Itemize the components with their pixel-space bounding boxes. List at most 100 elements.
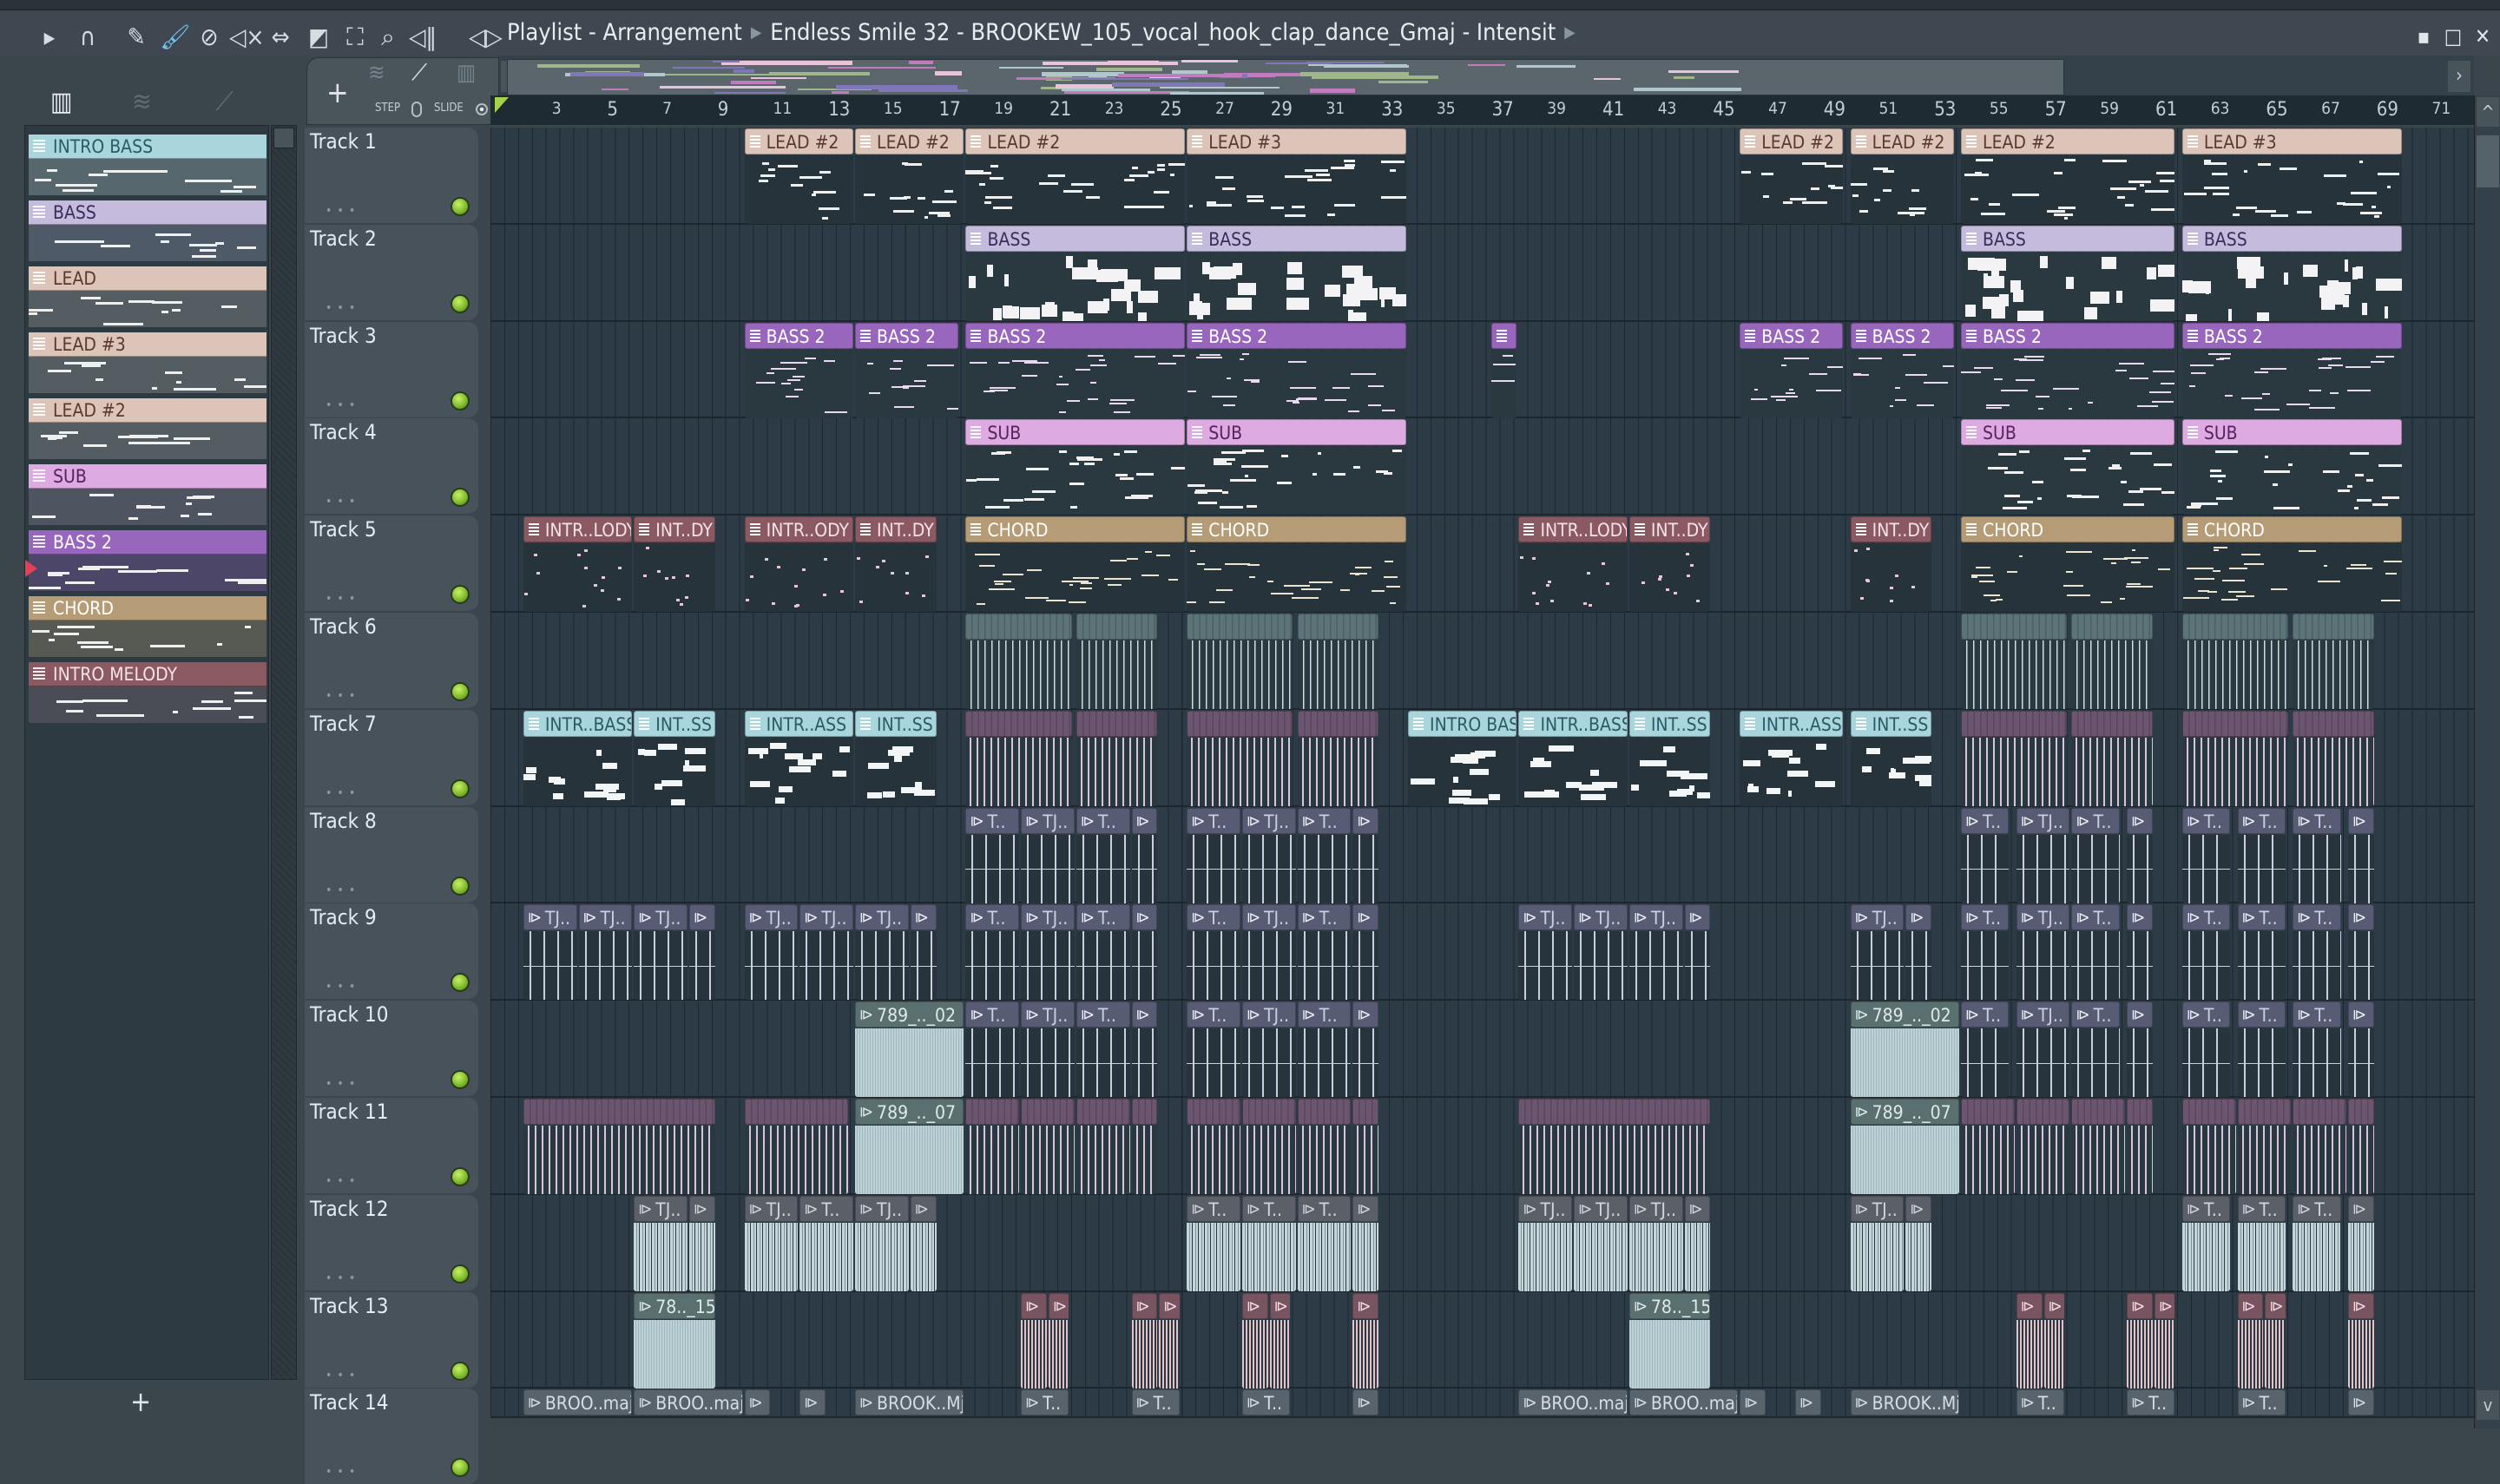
- playlist-grid[interactable]: LEAD #2 LEAD #2 LEAD #2 LEAD #3 LEAD #2 LEAD …: [490, 128, 2474, 1428]
- clip[interactable]: LEAD #2: [1961, 128, 2175, 224]
- clip[interactable]: ⧐: [1352, 1292, 1379, 1389]
- track-mute-led[interactable]: [451, 1070, 470, 1090]
- track-mute-led[interactable]: [451, 973, 470, 993]
- clip[interactable]: BASS: [1187, 225, 1407, 321]
- clip[interactable]: [1076, 614, 1158, 709]
- clip[interactable]: LEAD #3: [2181, 128, 2402, 224]
- clip[interactable]: [2237, 1099, 2292, 1194]
- clip[interactable]: ⧐: [2127, 1001, 2153, 1098]
- delete-icon[interactable]: ⊘: [194, 23, 224, 52]
- clip[interactable]: ⧐ TJ..: [1021, 1001, 1075, 1098]
- track-options-icon[interactable]: • • •: [326, 689, 356, 703]
- clip[interactable]: ⧐ TJ..: [578, 904, 633, 1001]
- clip[interactable]: ⧐ T..: [1297, 1195, 1352, 1291]
- clip[interactable]: ⧐ T..: [1076, 807, 1130, 903]
- clip[interactable]: ⧐: [1352, 1195, 1379, 1291]
- clip[interactable]: ⧐ 789_.._02: [855, 1001, 964, 1098]
- track-header[interactable]: Track 13 • • •: [305, 1291, 478, 1388]
- clip[interactable]: [1297, 710, 1379, 806]
- clip[interactable]: ⧐: [1131, 1292, 1158, 1389]
- clip[interactable]: ⧐: [1905, 904, 1932, 1001]
- track-options-icon[interactable]: • • •: [326, 1465, 356, 1479]
- clip[interactable]: ⧐ T..: [2237, 807, 2286, 903]
- clip[interactable]: [1187, 1099, 1240, 1194]
- add-track-button[interactable]: +: [326, 76, 349, 110]
- automation-picker-icon[interactable]: ⟋: [215, 87, 234, 117]
- clip[interactable]: ⧐ TJ..: [1518, 904, 1573, 1001]
- clip[interactable]: LEAD #2: [1850, 128, 1954, 224]
- clip[interactable]: [1187, 614, 1293, 709]
- track-header[interactable]: Track 8 • • •: [305, 806, 478, 903]
- clip[interactable]: ⧐ T..: [1297, 1001, 1352, 1098]
- clip[interactable]: ⧐ TJ..: [744, 904, 799, 1001]
- clip[interactable]: [2127, 1099, 2153, 1194]
- track-header[interactable]: Track 14 • • •: [305, 1389, 478, 1484]
- clip[interactable]: ⧐ TJ..: [1628, 904, 1683, 1001]
- track-header[interactable]: Track 7 • • •: [305, 709, 478, 805]
- clip[interactable]: SUB: [2181, 419, 2402, 515]
- track-mute-led[interactable]: [451, 1167, 470, 1186]
- clip[interactable]: ⧐ T..: [1187, 1001, 1240, 1098]
- track-mute-led[interactable]: [451, 293, 470, 313]
- clip[interactable]: ⧐ TJ..: [2016, 904, 2070, 1001]
- clip[interactable]: ⧐: [2127, 807, 2153, 903]
- minimize-button[interactable]: ▪: [2411, 24, 2436, 49]
- clip[interactable]: ⧐: [2347, 1001, 2374, 1098]
- clip[interactable]: ⧐: [910, 904, 937, 1001]
- clip[interactable]: CHORD: [1961, 516, 2175, 613]
- clip[interactable]: SUB: [965, 419, 1186, 515]
- clip[interactable]: [1241, 1099, 1296, 1194]
- automation-tab-icon[interactable]: ⟋: [411, 60, 427, 87]
- clip[interactable]: ⧐ T..: [1187, 807, 1240, 903]
- clip[interactable]: [1187, 710, 1293, 806]
- track-mute-led[interactable]: [451, 682, 470, 701]
- clip[interactable]: ⧐ T..: [1961, 807, 2010, 903]
- slice-icon[interactable]: ◩: [304, 23, 333, 52]
- clip[interactable]: ⧐ TJ..: [1021, 904, 1075, 1001]
- clip[interactable]: ⧐ T..: [2071, 904, 2120, 1001]
- clip[interactable]: [1021, 1099, 1075, 1194]
- clip[interactable]: ⧐ TJ..: [799, 904, 854, 1001]
- clip[interactable]: [2181, 614, 2289, 709]
- track-mute-led[interactable]: [451, 585, 470, 605]
- close-button[interactable]: ✕: [2470, 24, 2495, 49]
- clip[interactable]: INTRO BASS: [1408, 710, 1517, 806]
- pattern-item[interactable]: SUB: [29, 464, 266, 525]
- clip[interactable]: SUB: [1187, 419, 1407, 515]
- clip[interactable]: LEAD #2: [855, 128, 964, 224]
- track-options-icon[interactable]: • • •: [326, 495, 356, 509]
- pattern-item[interactable]: LEAD: [29, 266, 266, 327]
- song-overview-scrollbar[interactable]: [507, 59, 2064, 95]
- vertical-scrollbar[interactable]: ^ v: [2474, 95, 2500, 1428]
- clip[interactable]: BASS 2: [1740, 322, 1844, 418]
- track-options-icon[interactable]: • • •: [326, 883, 356, 897]
- pattern-item[interactable]: CHORD: [29, 596, 266, 657]
- clip[interactable]: ⧐: [1021, 1292, 1047, 1389]
- clip[interactable]: ⧐: [2347, 1292, 2374, 1389]
- track-options-icon[interactable]: • • •: [326, 1077, 356, 1091]
- clip[interactable]: INTR..ODY: [744, 516, 854, 613]
- clip[interactable]: INT..DY: [1850, 516, 1932, 613]
- speaker-icon[interactable]: ◁▷: [469, 23, 503, 52]
- clip[interactable]: ⧐ T..: [1961, 904, 2010, 1001]
- clip[interactable]: BASS: [1961, 225, 2175, 321]
- clip[interactable]: ⧐ T..: [2237, 904, 2286, 1001]
- clip[interactable]: [1076, 710, 1158, 806]
- track-header[interactable]: Track 11 • • •: [305, 1098, 478, 1193]
- clip[interactable]: ⧐ T..: [2293, 1001, 2341, 1098]
- clip[interactable]: ⧐ T..: [1076, 1001, 1130, 1098]
- clip[interactable]: ⧐ 789_.._07: [855, 1099, 964, 1194]
- timeline-ruler[interactable]: 3 5 7 9 11 13 15 17 19 21 23 25 27 29 31 33 35 37 39 41 43 45…: [490, 95, 2474, 125]
- clip[interactable]: ⧐ T..: [2071, 807, 2120, 903]
- clip[interactable]: ⧐ T..: [2181, 807, 2231, 903]
- track-options-icon[interactable]: • • •: [326, 592, 356, 606]
- vertical-scroll-thumb[interactable]: [2477, 135, 2499, 187]
- clip[interactable]: [2016, 1099, 2070, 1194]
- song-position-marker[interactable]: [495, 97, 509, 113]
- clip[interactable]: [1352, 1099, 1379, 1194]
- paint-brush-icon[interactable]: 🖌: [160, 23, 191, 52]
- clip[interactable]: [965, 614, 1072, 709]
- clip[interactable]: ⧐: [2237, 1292, 2264, 1389]
- picker-scroll-thumb[interactable]: [273, 128, 294, 148]
- clip[interactable]: LEAD #2: [1740, 128, 1844, 224]
